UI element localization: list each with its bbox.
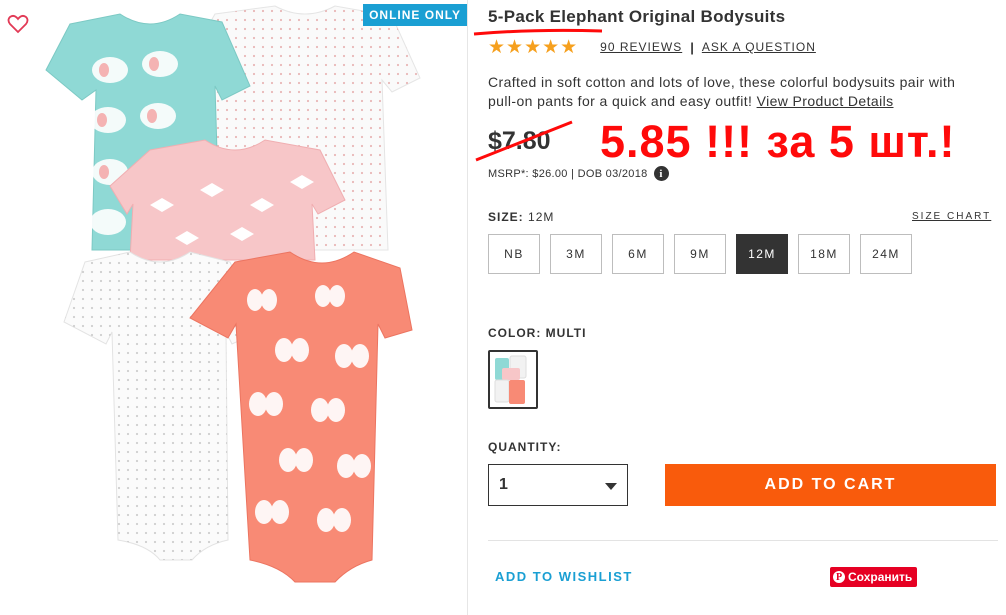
size-option-24m[interactable]: 24M bbox=[860, 234, 912, 274]
product-details: 5-Pack Elephant Original Bodysuits ★★★★★… bbox=[473, 0, 998, 615]
color-label: COLOR: MULTI bbox=[488, 326, 586, 340]
color-label-text: COLOR: bbox=[488, 326, 542, 340]
add-to-wishlist-link[interactable]: ADD TO WISHLIST bbox=[495, 569, 633, 584]
size-selected-value: 12M bbox=[528, 210, 555, 224]
product-image-panel: ONLINE ONLY bbox=[0, 0, 468, 615]
quantity-label: QUANTITY: bbox=[488, 440, 562, 454]
product-image bbox=[45, 5, 421, 583]
size-label-text: SIZE: bbox=[488, 210, 524, 224]
pinterest-save-label: Сохранить bbox=[848, 570, 913, 584]
quantity-select[interactable]: 1 bbox=[488, 464, 628, 506]
color-value: MULTI bbox=[545, 326, 587, 340]
size-option-9m[interactable]: 9M bbox=[674, 234, 726, 274]
link-separator: | bbox=[690, 39, 694, 55]
color-swatch-multi[interactable] bbox=[488, 350, 538, 409]
size-option-6m[interactable]: 6M bbox=[612, 234, 664, 274]
size-label: SIZE: 12M bbox=[488, 210, 554, 224]
size-option-3m[interactable]: 3M bbox=[550, 234, 602, 274]
reviews-link[interactable]: 90 REVIEWS bbox=[600, 40, 682, 54]
pinterest-save-button[interactable]: P Сохранить bbox=[830, 567, 918, 587]
product-title: 5-Pack Elephant Original Bodysuits bbox=[488, 7, 786, 26]
size-option-nb[interactable]: NB bbox=[488, 234, 540, 274]
star-rating-icon[interactable]: ★★★★★ bbox=[488, 36, 578, 59]
size-option-18m[interactable]: 18M bbox=[798, 234, 850, 274]
swatch-thumbnail-image bbox=[494, 355, 527, 404]
info-icon[interactable]: i bbox=[653, 166, 669, 181]
red-strikethrough-annotation bbox=[475, 120, 573, 162]
msrp-text: MSRP*: $26.00 | DOB 03/2018 bbox=[488, 167, 648, 180]
online-only-badge: ONLINE ONLY bbox=[363, 4, 467, 26]
handwritten-promo-price: 5.85 !!! за 5 шт.! bbox=[600, 116, 956, 167]
ask-question-link[interactable]: ASK A QUESTION bbox=[702, 40, 816, 54]
size-option-12m[interactable]: 12M bbox=[736, 234, 788, 274]
view-product-details-link[interactable]: View Product Details bbox=[757, 93, 894, 109]
msrp-info: MSRP*: $26.00 | DOB 03/2018 i bbox=[488, 166, 669, 181]
pinterest-icon: P bbox=[833, 571, 845, 583]
chevron-down-icon bbox=[605, 483, 617, 490]
rating-row: ★★★★★ 90 REVIEWS | ASK A QUESTION bbox=[488, 36, 816, 59]
size-chart-link[interactable]: SIZE CHART bbox=[912, 211, 991, 222]
size-options: NB 3M 6M 9M 12M 18M 24M bbox=[488, 234, 912, 274]
product-description: Crafted in soft cotton and lots of love,… bbox=[488, 73, 983, 111]
add-to-cart-button[interactable]: ADD TO CART bbox=[665, 464, 996, 506]
section-divider bbox=[488, 540, 998, 541]
quantity-value: 1 bbox=[499, 476, 508, 493]
favorite-heart-icon[interactable] bbox=[6, 12, 30, 36]
